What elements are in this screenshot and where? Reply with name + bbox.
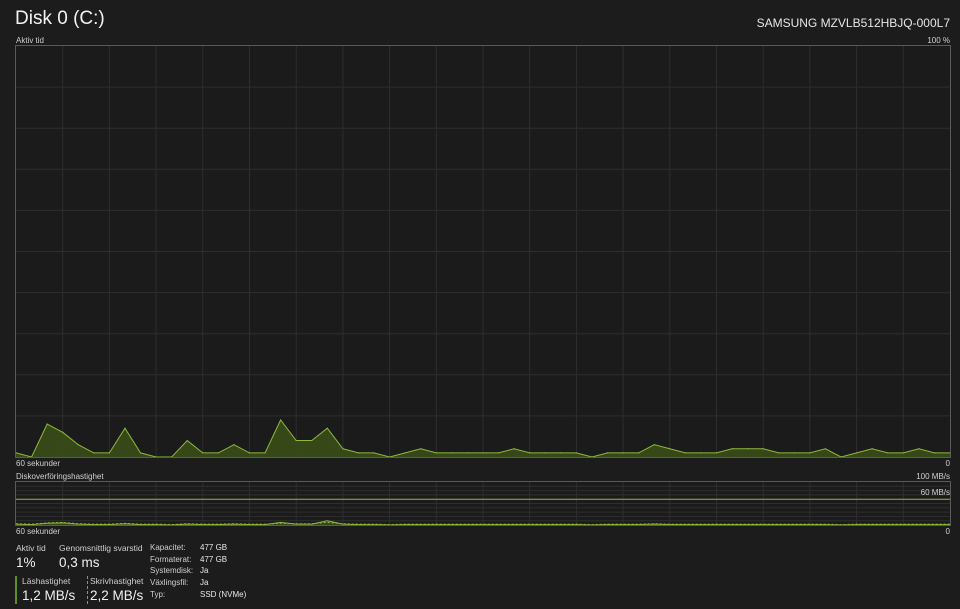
- active-time-point: [606, 452, 609, 454]
- active-time-point: [311, 439, 313, 442]
- active-time-point: [684, 452, 686, 454]
- active-time-point: [653, 444, 655, 446]
- write-speed-label: Skrivhastighet: [90, 576, 144, 586]
- page-file-label: Växlingsfil:: [150, 578, 189, 587]
- formatted-label: Formaterat:: [150, 555, 192, 564]
- capacity-value: 477 GB: [200, 543, 228, 552]
- active-time-point: [202, 452, 204, 454]
- active-time-point: [233, 444, 235, 446]
- active-time-point: [77, 444, 79, 446]
- system-disk-label: Systemdisk:: [150, 566, 194, 575]
- active-time-point: [824, 448, 827, 450]
- active-time-point: [264, 452, 266, 454]
- active-time-chart-label: Aktiv tid: [16, 36, 45, 45]
- disk-model: SAMSUNG MZVLB512HBJQ-000L7: [756, 16, 950, 30]
- capacity-label: Kapacitet:: [150, 543, 186, 552]
- active-time-point: [544, 452, 546, 454]
- write-speed-value: 2,2 MB/s: [90, 588, 144, 603]
- active-time-max-label: 100 %: [927, 36, 950, 45]
- disk-title: Disk 0 (C:): [15, 8, 105, 29]
- active-time-point: [451, 452, 453, 454]
- active-time-point: [62, 431, 64, 433]
- active-time-point: [124, 427, 126, 429]
- active-time-point: [747, 448, 749, 450]
- active-time-chart: [15, 45, 951, 458]
- type-label: Typ:: [150, 590, 166, 599]
- active-time-stat-value: 1%: [16, 555, 36, 570]
- transfer-min-label: 0: [945, 527, 950, 536]
- read-speed-value: 1,2 MB/s: [22, 588, 76, 603]
- active-time-point: [280, 419, 282, 421]
- active-time-point: [622, 452, 624, 454]
- active-time-point: [482, 452, 484, 454]
- active-time-point: [731, 448, 733, 450]
- read-speed-indicator: [15, 576, 17, 604]
- active-time-point: [186, 439, 188, 442]
- read-speed-label: Läshastighet: [22, 576, 71, 586]
- active-time-point: [933, 452, 936, 454]
- active-time-point: [93, 452, 95, 454]
- transfer-plot: [16, 482, 950, 525]
- active-time-point: [902, 452, 904, 454]
- active-time-point: [793, 452, 795, 454]
- transfer-chart-label: Diskoverföringshastighet: [16, 472, 104, 481]
- active-time-point: [856, 452, 858, 454]
- active-time-point: [295, 439, 297, 442]
- active-time-point: [46, 423, 48, 425]
- active-time-point: [404, 452, 406, 454]
- active-time-point: [529, 452, 531, 454]
- active-time-point: [420, 448, 422, 450]
- active-time-span-label: 60 sekunder: [16, 459, 61, 468]
- active-time-point: [887, 452, 889, 454]
- active-time-point: [373, 452, 375, 454]
- transfer-chart: [15, 481, 951, 526]
- page-file-value: Ja: [200, 578, 209, 587]
- active-time-point: [575, 452, 578, 454]
- transfer-mid-label: 60 MB/s: [920, 488, 950, 497]
- active-time-point: [638, 452, 640, 454]
- active-time-point: [700, 452, 702, 454]
- write-speed-indicator: [87, 576, 88, 604]
- avg-response-stat-value: 0,3 ms: [59, 555, 100, 570]
- active-time-min-label: 0: [945, 459, 950, 468]
- active-time-point: [871, 448, 873, 450]
- system-disk-value: Ja: [200, 566, 209, 575]
- active-time-point: [108, 452, 110, 454]
- formatted-value: 477 GB: [200, 555, 228, 564]
- active-time-point: [357, 452, 360, 454]
- transfer-max-label: 100 MB/s: [916, 472, 950, 481]
- active-time-point: [139, 452, 142, 454]
- active-time-point: [715, 452, 718, 454]
- active-time-point: [513, 448, 515, 450]
- active-time-point: [217, 452, 219, 454]
- active-time-point: [778, 452, 780, 454]
- active-time-point: [560, 452, 562, 454]
- active-time-point: [326, 427, 328, 429]
- transfer-span-label: 60 sekunder: [16, 527, 61, 536]
- active-time-point: [248, 452, 251, 454]
- active-time-point: [809, 452, 811, 454]
- avg-response-stat-label: Genomsnittlig svarstid: [59, 543, 143, 553]
- active-time-plot: [16, 46, 950, 457]
- active-time-point: [918, 448, 920, 450]
- active-time-point: [466, 452, 469, 454]
- type-value: SSD (NVMe): [200, 590, 247, 599]
- active-time-point: [342, 448, 344, 450]
- active-time-point: [669, 448, 671, 450]
- active-time-point: [762, 448, 764, 450]
- active-time-point: [497, 452, 500, 454]
- active-time-stat-label: Aktiv tid: [16, 543, 46, 553]
- active-time-point: [435, 452, 437, 454]
